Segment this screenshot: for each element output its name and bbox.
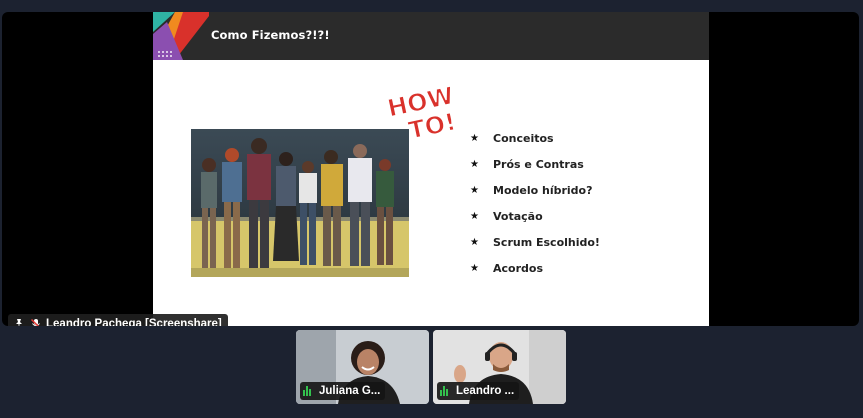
list-item-text: Modelo híbrido? (493, 183, 593, 197)
screenshare-label: Leandro Pachega [Screenshare] (8, 314, 228, 326)
list-item-text: Prós e Contras (493, 157, 584, 171)
participant-name: Leandro ... (456, 385, 515, 397)
mic-muted-icon (29, 317, 43, 326)
list-item: ★ Scrum Escolhido! (470, 229, 600, 255)
slide-header: Como Fizemos?!?! (153, 12, 709, 60)
list-item: ★ Prós e Contras (470, 151, 600, 177)
slide-title: Como Fizemos?!?! (211, 28, 330, 42)
agenda-list: ★ Conceitos ★ Prós e Contras ★ Modelo híbri… (470, 125, 600, 281)
star-icon: ★ (470, 262, 479, 274)
participant-tile-juliana[interactable]: Juliana G... (296, 330, 429, 404)
list-item-text: Conceitos (493, 131, 554, 145)
star-icon: ★ (470, 210, 479, 222)
list-item: ★ Acordos (470, 255, 600, 281)
star-icon: ★ (470, 158, 479, 170)
presentation-slide: Como Fizemos?!?! HOW TO! ★ Conceitos ★ P… (153, 12, 709, 326)
star-icon: ★ (470, 132, 479, 144)
list-item: ★ Votação (470, 203, 600, 229)
corner-logo-icon (153, 12, 209, 60)
audio-level-icon (440, 386, 452, 396)
participant-name: Juliana G... (319, 385, 381, 397)
list-item-text: Scrum Escolhido! (493, 235, 600, 249)
screenshare-stage: Como Fizemos?!?! HOW TO! ★ Conceitos ★ P… (2, 12, 859, 326)
star-icon: ★ (470, 236, 479, 248)
screenshare-label-text: Leandro Pachega [Screenshare] (46, 318, 222, 326)
team-photo (191, 129, 409, 277)
participant-tile-leandro[interactable]: Leandro ... (433, 330, 566, 404)
list-item: ★ Modelo híbrido? (470, 177, 600, 203)
audio-level-icon (303, 386, 315, 396)
list-item-text: Votação (493, 209, 543, 223)
list-item-text: Acordos (493, 261, 543, 275)
star-icon: ★ (470, 184, 479, 196)
participant-name-label: Leandro ... (437, 382, 520, 400)
participant-name-label: Juliana G... (300, 382, 386, 400)
pin-icon[interactable] (12, 317, 26, 326)
list-item: ★ Conceitos (470, 125, 600, 151)
